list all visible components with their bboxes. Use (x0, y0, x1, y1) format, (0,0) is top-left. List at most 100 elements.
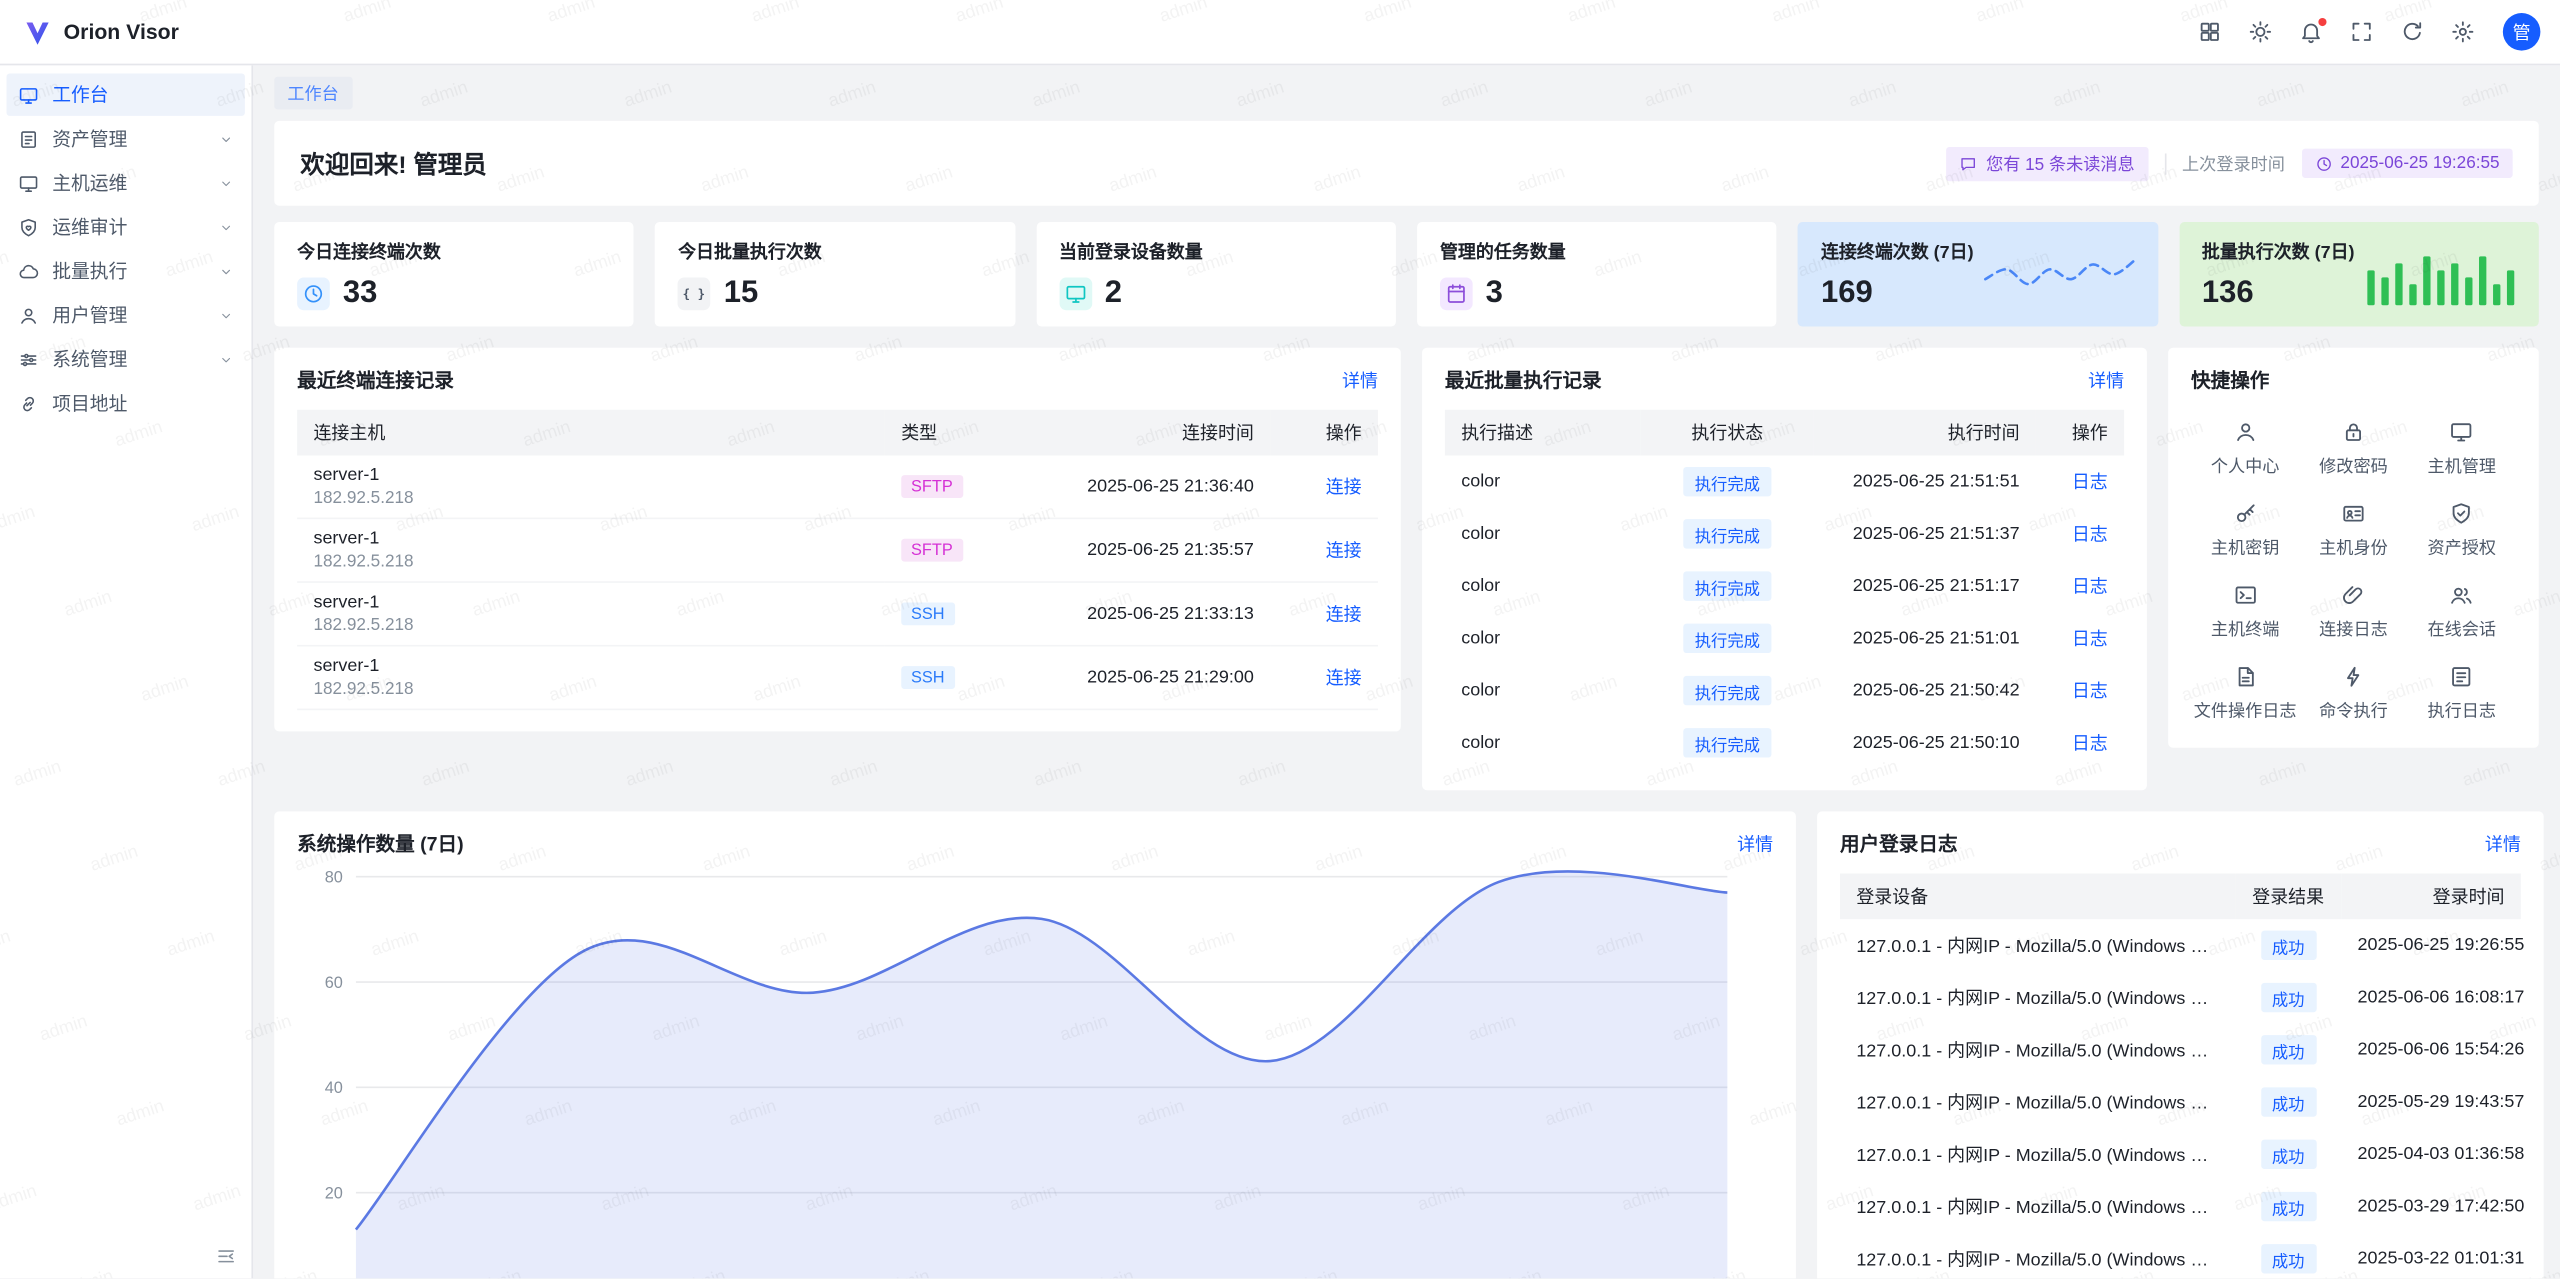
protocol-badge: SFTP (901, 475, 962, 498)
log-link[interactable]: 日志 (2072, 682, 2108, 702)
terminal-table: 连接主机 类型 连接时间 操作 server-1 182.92.5.218 (297, 410, 1378, 710)
login-time: 2025-03-29 17:42:50 (2341, 1180, 2521, 1232)
sidebar-item-workbench[interactable]: 工作台 (7, 73, 245, 115)
login-device: 127.0.0.1 - 内网IP - Mozilla/5.0 (Windows … (1840, 919, 2235, 971)
user-avatar[interactable]: 管 (2503, 13, 2541, 51)
breadcrumb-item[interactable]: 工作台 (274, 77, 352, 110)
apps-icon[interactable] (2184, 11, 2235, 53)
settings-icon[interactable] (2438, 11, 2489, 53)
icon-glyph (2198, 20, 2222, 44)
log-link[interactable]: 日志 (2072, 735, 2108, 755)
log-link[interactable]: 日志 (2072, 578, 2108, 598)
quick-action-file-op-log[interactable]: 文件操作日志 (2191, 661, 2299, 726)
quick-action-online-session[interactable]: 在线会话 (2408, 580, 2516, 645)
svg-text:80: 80 (325, 868, 343, 886)
login-result-badge: 成功 (2260, 1192, 2316, 1221)
sidebar: 工作台 资产管理 主机运维 (0, 65, 253, 1279)
connect-time: 2025-06-25 21:36:40 (1022, 456, 1270, 519)
quick-action-icon (2341, 420, 2365, 444)
clock-icon (2314, 154, 2332, 172)
quick-action-command-exec[interactable]: 命令执行 (2299, 661, 2407, 726)
host-name: server-1 (313, 593, 868, 613)
log-link[interactable]: 日志 (2072, 630, 2108, 650)
exec-time: 2025-06-25 21:51:17 (1814, 560, 2036, 612)
quick-action-label: 文件操作日志 (2194, 699, 2297, 723)
quick-action-icon (2233, 664, 2257, 688)
unread-messages-badge[interactable]: 您有 15 条未读消息 (1947, 146, 2148, 180)
batch-detail-link[interactable]: 详情 (2088, 367, 2124, 393)
stat-card: 当前登录设备数量 2 (1036, 222, 1396, 326)
sidebar-item-label: 运维审计 (52, 214, 219, 240)
svg-text:40: 40 (325, 1079, 343, 1097)
quick-action-exec-log[interactable]: 执行日志 (2408, 661, 2516, 726)
connect-link[interactable]: 连接 (1326, 669, 1362, 689)
quick-action-change-password[interactable]: 修改密码 (2299, 416, 2407, 481)
table-row: color 执行完成 2025-06-25 21:51:51 日志 (1445, 456, 2124, 508)
quick-actions-grid: 个人中心 修改密码 主机管理 (2191, 416, 2516, 726)
sidebar-item-icon (18, 128, 39, 149)
welcome-meta: 您有 15 条未读消息 上次登录时间 2025-06-25 19:26:55 (1947, 146, 2513, 180)
quick-action-host-identity[interactable]: 主机身份 (2299, 498, 2407, 563)
login-device: 127.0.0.1 - 内网IP - Mozilla/5.0 (Windows … (1840, 1076, 2235, 1128)
sidebar-item-assets[interactable]: 资产管理 (7, 118, 245, 160)
quick-action-asset-grant[interactable]: 资产授权 (2408, 498, 2516, 563)
exec-time: 2025-06-25 21:50:42 (1814, 664, 2036, 716)
table-row: 127.0.0.1 - 内网IP - Mozilla/5.0 (Windows … (1840, 1024, 2521, 1076)
login-result-badge: 成功 (2260, 1035, 2316, 1064)
sidebar-item-batch-exec[interactable]: 批量执行 (7, 250, 245, 292)
connect-link[interactable]: 连接 (1326, 606, 1362, 626)
sidebar-item-project-link[interactable]: 项目地址 (7, 382, 245, 424)
quick-action-host-management[interactable]: 主机管理 (2408, 416, 2516, 481)
quick-action-icon (2450, 664, 2474, 688)
quick-action-host-terminal[interactable]: 主机终端 (2191, 580, 2299, 645)
sidebar-item-label: 资产管理 (52, 126, 219, 152)
status-badge: 执行完成 (1683, 519, 1771, 548)
recent-terminal-card: 最近终端连接记录 详情 连接主机 类型 连接时间 操作 (274, 348, 1401, 732)
column-header: 执行时间 (1814, 410, 2036, 456)
exec-description: color (1445, 560, 1641, 612)
sidebar-item-icon (18, 304, 39, 325)
chevron-down-icon (219, 264, 234, 279)
svg-text:{ }: { } (683, 287, 705, 301)
column-header: 类型 (885, 410, 1022, 456)
quick-action-icon (2450, 583, 2474, 607)
connect-link[interactable]: 连接 (1326, 542, 1362, 562)
sidebar-item-host-ops[interactable]: 主机运维 (7, 162, 245, 204)
stat-value: 169 (1821, 276, 1873, 312)
quick-action-icon (2450, 501, 2474, 525)
sidebar-item-label: 主机运维 (52, 170, 219, 196)
terminal-detail-link[interactable]: 详情 (1342, 367, 1378, 393)
login-result-badge: 成功 (2260, 1140, 2316, 1169)
stat-card: 批量执行次数 (7日) 136 (2179, 222, 2539, 326)
unread-messages-text: 您有 15 条未读消息 (1986, 151, 2135, 175)
status-badge: 执行完成 (1683, 467, 1771, 496)
table-row: color 执行完成 2025-06-25 21:51:17 日志 (1445, 560, 2124, 612)
refresh-icon[interactable] (2387, 11, 2438, 53)
quick-action-personal-center[interactable]: 个人中心 (2191, 416, 2299, 481)
login-time: 2025-03-22 01:01:31 (2341, 1233, 2521, 1279)
column-header: 操作 (1270, 410, 1378, 456)
column-header: 登录时间 (2341, 873, 2521, 919)
log-link[interactable]: 日志 (2072, 473, 2108, 493)
quick-action-host-key[interactable]: 主机密钥 (2191, 498, 2299, 563)
quick-action-connect-log[interactable]: 连接日志 (2299, 580, 2407, 645)
sidebar-item-system-mgmt[interactable]: 系统管理 (7, 338, 245, 380)
login-log-card: 用户登录日志 详情 登录设备 登录结果 登录时间 (1817, 811, 2544, 1279)
sidebar-item-ops-audit[interactable]: 运维审计 (7, 206, 245, 248)
fullscreen-icon[interactable] (2336, 11, 2387, 53)
theme-icon[interactable] (2235, 11, 2286, 53)
notification-icon[interactable] (2286, 11, 2337, 53)
login-time: 2025-05-29 19:43:57 (2341, 1076, 2521, 1128)
sidebar-collapse-icon[interactable] (216, 1246, 237, 1267)
sidebar-item-label: 系统管理 (52, 346, 219, 372)
log-link[interactable]: 日志 (2072, 526, 2108, 546)
quick-action-icon (2341, 664, 2365, 688)
chart-detail-link[interactable]: 详情 (1737, 830, 1773, 856)
column-header: 执行状态 (1641, 410, 1814, 456)
column-header: 操作 (2036, 410, 2124, 456)
quick-actions-card: 快捷操作 个人中心 修改密码 (2168, 348, 2539, 748)
login-detail-link[interactable]: 详情 (2485, 830, 2521, 856)
login-result-badge: 成功 (2260, 1087, 2316, 1116)
connect-link[interactable]: 连接 (1326, 478, 1362, 498)
sidebar-item-user-mgmt[interactable]: 用户管理 (7, 294, 245, 336)
